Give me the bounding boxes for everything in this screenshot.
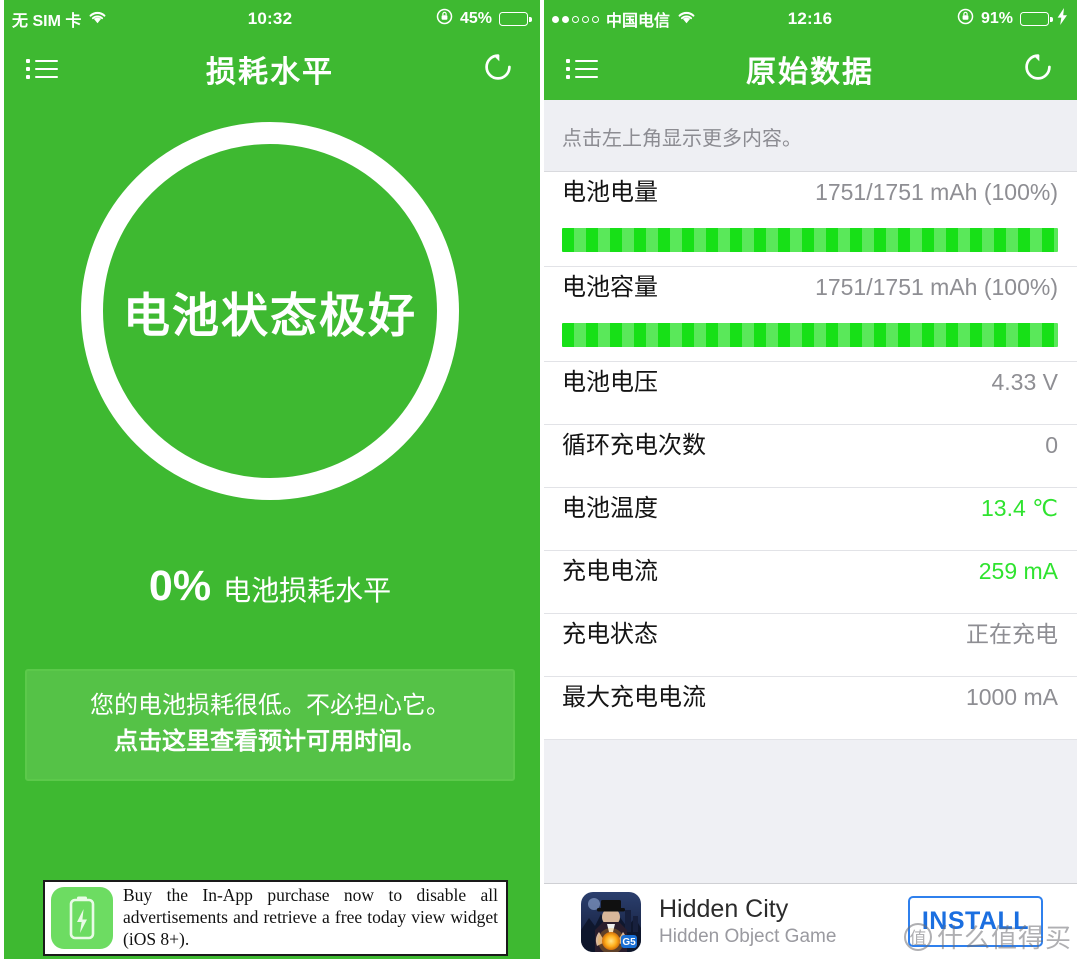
refresh-button[interactable] <box>476 47 520 91</box>
row-value: 正在充电 <box>966 621 1058 647</box>
left-phone-panel: 无 SIM 卡 10:32 45% 损耗水平 电池状态极好 0% 电池损耗水平 … <box>0 0 540 959</box>
battery-percent-label: 45% <box>459 10 492 27</box>
row-label: 最大充电电流 <box>562 684 706 711</box>
left-status-carrier-group: 无 SIM 卡 <box>12 7 270 31</box>
wifi-icon <box>88 9 107 29</box>
row-content: 电池电压 4.33 V <box>562 362 1058 424</box>
left-main-content: 电池状态极好 0% 电池损耗水平 您的电池损耗很低。不必担心它。 点击这里查看预… <box>0 100 540 959</box>
battery-icon <box>1020 12 1053 26</box>
battery-percent-label: 91% <box>980 10 1013 27</box>
right-status-carrier-group: 中国电信 <box>552 7 810 31</box>
signal-strength-dots <box>552 15 599 23</box>
right-main-content: 点击左上角显示更多内容。 电池电量 1751/1751 mAh (100%) 电池容… <box>540 100 1080 959</box>
row-value: 4.33 V <box>991 369 1059 395</box>
ad-text: Buy the In-App purchase now to disable a… <box>123 885 498 949</box>
page-title: 原始数据 <box>746 56 874 89</box>
page-title: 损耗水平 <box>206 56 334 89</box>
hidden-city-ad-banner[interactable]: G5 Hidden City Hidden Object Game INSTAL… <box>543 883 1077 959</box>
dual-phone-screenshot: 无 SIM 卡 10:32 45% 损耗水平 电池状态极好 0% 电池损耗水平 … <box>0 0 1080 959</box>
rotation-lock-icon <box>436 8 453 30</box>
row-label: 电池电压 <box>562 369 658 396</box>
carrier-label: 中国电信 <box>606 13 671 30</box>
table-row[interactable]: 电池温度 13.4 ℃ <box>540 488 1080 551</box>
table-row[interactable]: 循环充电次数 0 <box>540 425 1080 488</box>
row-content: 循环充电次数 0 <box>562 425 1058 487</box>
row-content: 电池电量 1751/1751 mAh (100%) <box>562 172 1058 228</box>
info-box-line-2: 点击这里查看预计可用时间。 <box>114 728 426 755</box>
loss-percent-value: 0% <box>148 562 212 610</box>
refresh-button[interactable] <box>1016 47 1060 91</box>
row-label: 充电电流 <box>562 558 658 585</box>
ad-app-text: Hidden City Hidden Object Game <box>659 895 908 948</box>
battery-icon <box>499 12 532 26</box>
battery-info-box[interactable]: 您的电池损耗很低。不必担心它。 点击这里查看预计可用时间。 <box>25 669 515 781</box>
menu-button[interactable] <box>560 47 604 91</box>
progress-bar <box>562 228 1058 252</box>
list-menu-icon <box>566 55 598 83</box>
rotation-lock-icon <box>957 8 974 30</box>
row-content: 电池温度 13.4 ℃ <box>562 488 1058 550</box>
left-status-right-group: 45% <box>270 8 532 30</box>
row-value: 259 mA <box>978 558 1058 584</box>
refresh-icon <box>1021 50 1055 89</box>
row-content: 最大充电电流 1000 mA <box>562 677 1058 739</box>
row-label: 电池电量 <box>562 179 658 206</box>
wifi-icon <box>677 9 696 29</box>
row-label: 充电状态 <box>562 621 658 648</box>
charging-bolt-icon <box>1057 8 1068 30</box>
battery-bolt-icon <box>51 887 113 949</box>
svg-text:G5: G5 <box>622 937 636 948</box>
ad-app-title: Hidden City <box>659 895 789 924</box>
row-content: 电池容量 1751/1751 mAh (100%) <box>562 267 1058 323</box>
battery-health-gauge[interactable]: 电池状态极好 <box>81 122 459 500</box>
hidden-city-app-icon: G5 <box>581 891 641 952</box>
info-box-line-1: 您的电池损耗很低。不必担心它。 <box>90 692 450 719</box>
refresh-icon <box>481 50 515 89</box>
row-value: 1751/1751 mAh (100%) <box>815 179 1058 205</box>
left-status-bar: 无 SIM 卡 10:32 45% <box>0 0 540 38</box>
progress-bar <box>562 323 1058 347</box>
table-row[interactable]: 最大充电电流 1000 mA <box>540 677 1080 740</box>
row-value: 1751/1751 mAh (100%) <box>815 274 1058 300</box>
left-nav-bar: 损耗水平 <box>0 38 540 100</box>
hint-banner: 点击左上角显示更多内容。 <box>540 100 1080 172</box>
table-row[interactable]: 电池电量 1751/1751 mAh (100%) <box>540 172 1080 267</box>
loss-percent-label: 电池损耗水平 <box>223 575 392 606</box>
row-value: 1000 mA <box>965 684 1058 710</box>
table-row[interactable]: 电池电压 4.33 V <box>540 362 1080 425</box>
raw-data-list: 电池电量 1751/1751 mAh (100%) 电池容量 1751/1751 mA… <box>540 172 1080 740</box>
right-status-right-group: 91% <box>810 8 1068 30</box>
ad-app-subtitle: Hidden Object Game <box>659 925 837 947</box>
list-menu-icon <box>26 55 58 83</box>
inapp-purchase-ad-banner[interactable]: Buy the In-App purchase now to disable a… <box>43 880 508 956</box>
row-label: 电池温度 <box>562 495 658 522</box>
table-row[interactable]: 充电电流 259 mA <box>540 551 1080 614</box>
loss-summary: 0% 电池损耗水平 <box>149 562 391 611</box>
row-content: 充电电流 259 mA <box>562 551 1058 613</box>
row-content: 充电状态 正在充电 <box>562 614 1058 676</box>
install-button[interactable]: INSTALL <box>907 896 1043 947</box>
right-status-bar: 中国电信 12:16 91% <box>540 0 1080 38</box>
right-nav-bar: 原始数据 <box>540 38 1080 100</box>
row-label: 循环充电次数 <box>562 432 706 459</box>
gauge-status-text: 电池状态极好 <box>123 288 417 342</box>
row-value: 13.4 ℃ <box>981 495 1058 521</box>
table-row[interactable]: 电池容量 1751/1751 mAh (100%) <box>540 267 1080 362</box>
carrier-label: 无 SIM 卡 <box>12 13 82 30</box>
row-value: 0 <box>1045 432 1058 458</box>
right-phone-panel: 中国电信 12:16 91% 原始数据 点击左上角显示更多内容。 电池电量 17… <box>540 0 1080 959</box>
table-row[interactable]: 充电状态 正在充电 <box>540 614 1080 677</box>
row-label: 电池容量 <box>562 274 658 301</box>
menu-button[interactable] <box>20 47 64 91</box>
